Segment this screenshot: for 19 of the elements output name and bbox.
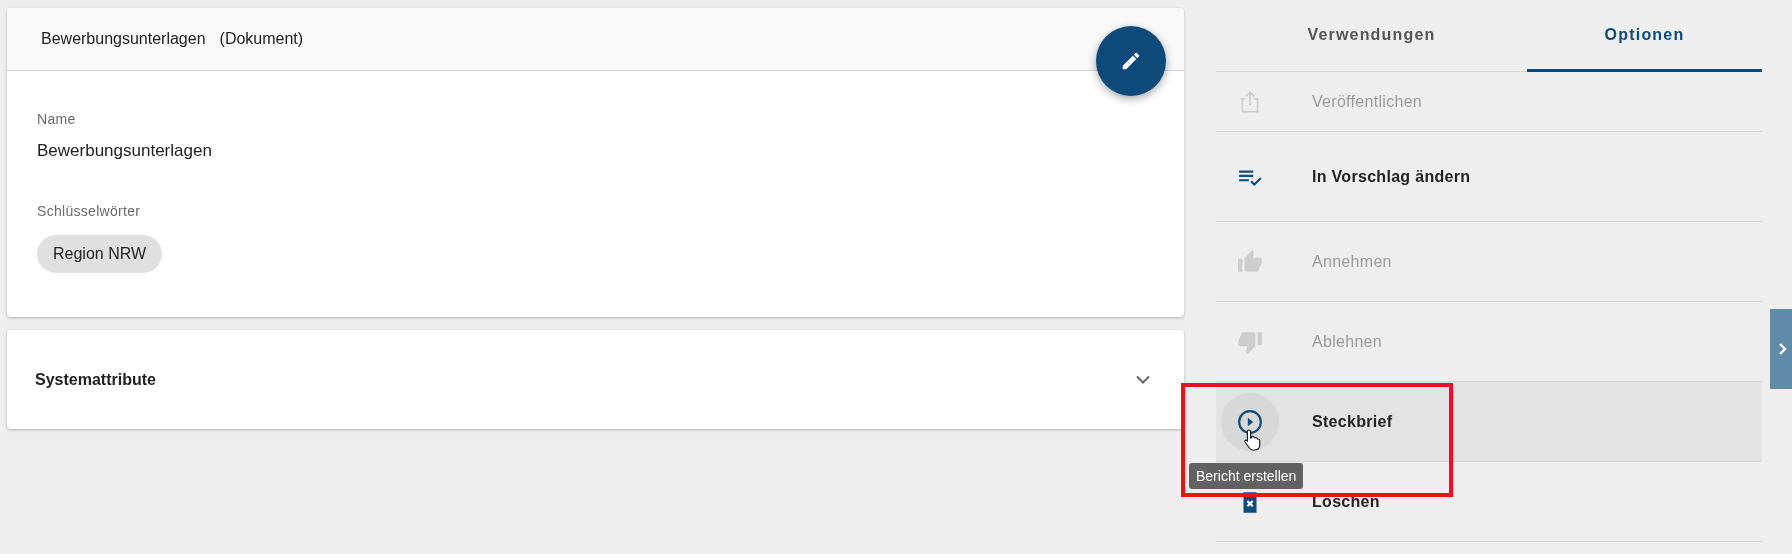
keyword-chip: Region NRW [37, 235, 163, 273]
tab[interactable]: Verwendungen [1216, 0, 1527, 72]
thumbs-up-icon [1237, 248, 1263, 275]
document-title: Bewerbungsunterlagen [41, 30, 206, 48]
hand-cursor-icon [1243, 427, 1263, 452]
option-item[interactable]: In Vorschlag ändern [1216, 132, 1762, 222]
tab[interactable]: Optionen [1527, 0, 1762, 72]
field-label: Schlüsselwörter [37, 203, 142, 219]
system-attributes-panel[interactable]: Systemattribute [7, 330, 1184, 429]
edit-button[interactable] [1096, 26, 1166, 96]
side-panel-toggle[interactable] [1770, 309, 1792, 389]
play-icon [1237, 408, 1263, 435]
field-value: Bewerbungsunterlagen [37, 141, 213, 161]
chevron-right-icon [1777, 342, 1789, 356]
panel-title: Systemattribute [35, 370, 156, 389]
field-label: Name [37, 111, 77, 127]
document-type: (Dokument) [219, 30, 304, 48]
pencil-icon [1120, 50, 1142, 72]
tooltip: Bericht erstellen [1189, 462, 1304, 489]
